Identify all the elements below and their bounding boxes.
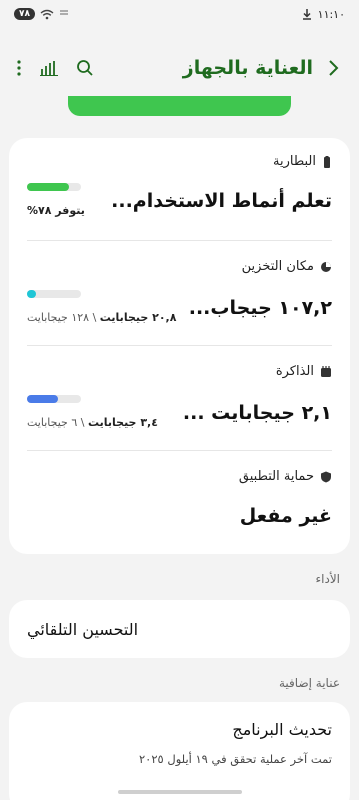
app-bar: العناية بالجهاز <box>0 46 359 90</box>
performance-chart-icon[interactable] <box>40 60 58 76</box>
status-icons: ٧٨ <box>14 8 69 20</box>
battery-icon <box>324 155 330 168</box>
clock: ١١:١٠ <box>317 7 345 21</box>
memory-section[interactable]: الذاكرة ٢,١ جيجابايت ... ٣,٤ جيجابايت \ … <box>27 346 332 450</box>
memory-usage-bar <box>27 395 81 403</box>
wifi-icon <box>40 9 54 19</box>
software-update-label: تحديث البرنامج <box>232 720 332 739</box>
storage-section[interactable]: مكان التخزين ١٠٧,٢ جيجاب... ٢٠,٨ جيجاباي… <box>27 241 332 345</box>
home-indicator <box>118 790 242 794</box>
auto-optimization-label: التحسين التلقائي <box>27 619 139 639</box>
storage-available: ١٠٧,٢ جيجاب... <box>188 297 332 319</box>
status-bar: ٧٨ ١١:١٠ <box>0 0 359 28</box>
storage-header: مكان التخزين <box>242 259 332 274</box>
battery-level-bar <box>27 183 81 191</box>
memory-total: \ ٦ جيجابايت <box>27 416 85 429</box>
data-icon <box>60 10 68 14</box>
storage-used: ٢٠,٨ جيجابايت <box>99 311 177 324</box>
battery-level-fill <box>27 183 70 191</box>
software-update-item[interactable]: تحديث البرنامج تمت آخر عملية تحقق في ١٩ … <box>9 702 350 800</box>
battery-indicator: ٧٨ <box>14 8 35 20</box>
storage-label: مكان التخزين <box>241 259 314 274</box>
device-care-card: البطارية تعلم أنماط الاستخدام... يتوفر ٧… <box>9 138 350 554</box>
chevron-right-icon <box>329 60 339 76</box>
app-protection-label: حماية التطبيق <box>238 469 314 484</box>
battery-status: تعلم أنماط الاستخدام... <box>111 190 332 212</box>
storage-usage-fill <box>27 290 36 298</box>
memory-usage-text: ٣,٤ جيجابايت \ ٦ جيجابايت <box>27 416 158 429</box>
additional-care-section-label: عناية إضافية <box>279 676 340 690</box>
back-button[interactable] <box>323 58 343 78</box>
storage-icon <box>321 261 331 272</box>
memory-available: ٢,١ جيجابايت ... <box>182 402 332 424</box>
battery-header: البطارية <box>273 154 332 169</box>
storage-usage-bar <box>27 290 81 298</box>
battery-label: البطارية <box>273 154 316 169</box>
page-title: العناية بالجهاز <box>182 57 313 79</box>
performance-section-label: الأداء <box>315 572 341 586</box>
app-protection-section[interactable]: حماية التطبيق غير مفعل <box>27 451 332 554</box>
device-score-bar[interactable] <box>68 96 291 116</box>
header-actions <box>16 59 94 77</box>
status-right: ١١:١٠ <box>302 8 345 21</box>
memory-header: الذاكرة <box>276 364 332 379</box>
battery-available: يتوفر ٧٨% <box>27 204 85 217</box>
storage-usage-text: ٢٠,٨ جيجابايت \ ١٢٨ جيجابايت <box>27 311 176 324</box>
app-protection-status: غير مفعل <box>239 505 332 527</box>
search-icon[interactable] <box>76 59 94 77</box>
download-icon <box>302 9 311 20</box>
memory-usage-fill <box>27 395 58 403</box>
memory-used: ٣,٤ جيجابايت <box>87 416 158 429</box>
storage-total: \ ١٢٨ جيجابايت <box>27 311 97 324</box>
app-protection-header: حماية التطبيق <box>239 469 332 484</box>
memory-chip-icon <box>321 365 331 377</box>
last-check-text: تمت آخر عملية تحقق في ١٩ أيلول ٢٠٢٥ <box>138 752 332 766</box>
auto-optimization-item[interactable]: التحسين التلقائي <box>9 600 350 658</box>
shield-icon <box>321 471 331 482</box>
more-options-icon[interactable] <box>16 59 22 77</box>
battery-section[interactable]: البطارية تعلم أنماط الاستخدام... يتوفر ٧… <box>27 138 332 240</box>
memory-label: الذاكرة <box>275 364 314 379</box>
